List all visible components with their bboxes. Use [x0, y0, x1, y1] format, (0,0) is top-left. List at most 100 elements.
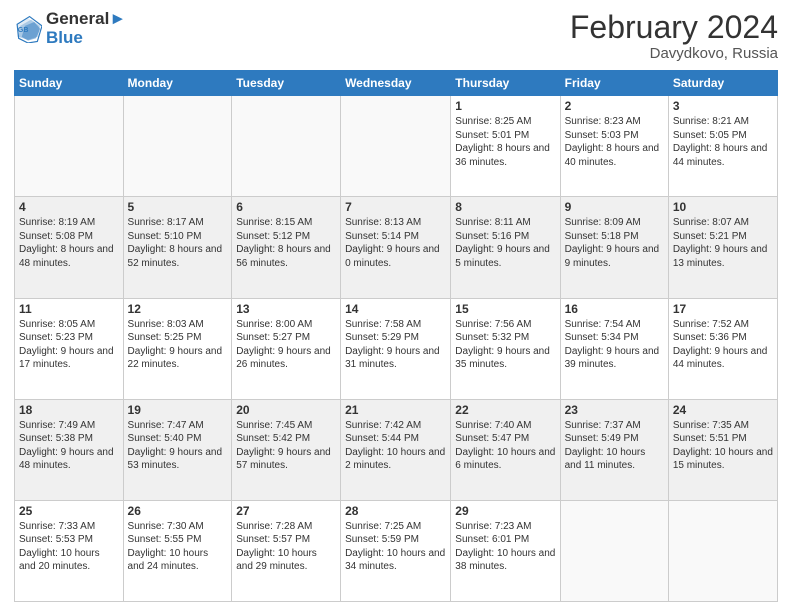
- calendar-cell: 13 Sunrise: 8:00 AM Sunset: 5:27 PM Dayli…: [232, 298, 341, 399]
- header-sunday: Sunday: [15, 71, 124, 96]
- cell-info: Sunrise: 8:13 AM Sunset: 5:14 PM Dayligh…: [345, 216, 446, 270]
- cell-info: Sunrise: 7:37 AM Sunset: 5:49 PM Dayligh…: [565, 419, 664, 473]
- calendar-cell: 25Sunrise: 7:33 AM Sunset: 5:53 PM Dayli…: [15, 500, 124, 601]
- cell-info: Sunrise: 7:28 AM Sunset: 5:57 PM Dayligh…: [236, 520, 336, 574]
- calendar-cell: 19Sunrise: 7:47 AM Sunset: 5:40 PM Dayli…: [123, 399, 232, 500]
- header-saturday: Saturday: [668, 71, 777, 96]
- cell-info: Sunrise: 7:25 AM Sunset: 5:59 PM Dayligh…: [345, 520, 446, 574]
- calendar-cell: 17 Sunrise: 7:52 AM Sunset: 5:36 PM Dayli…: [668, 298, 777, 399]
- header-thursday: Thursday: [451, 71, 560, 96]
- logo-text: General► Blue: [46, 10, 126, 47]
- cell-info: Sunrise: 7:58 AM Sunset: 5:29 PM Dayligh…: [345, 318, 446, 372]
- cell-info: Sunrise: 8:25 AM Sunset: 5:01 PM Dayligh…: [455, 115, 555, 169]
- calendar-cell: 23 Sunrise: 7:37 AM Sunset: 5:49 PM Dayli…: [560, 399, 668, 500]
- calendar-cell: 12 Sunrise: 8:03 AM Sunset: 5:25 PM Dayli…: [123, 298, 232, 399]
- cell-info: Sunrise: 8:19 AM Sunset: 5:08 PM Dayligh…: [19, 216, 119, 270]
- location: Davydkovo, Russia: [570, 45, 778, 62]
- cell-day-number: 26: [128, 504, 228, 518]
- cell-info: Sunrise: 8:03 AM Sunset: 5:25 PM Dayligh…: [128, 318, 228, 372]
- cell-info: Sunrise: 7:35 AM Sunset: 5:51 PM Dayligh…: [673, 419, 773, 473]
- calendar-week-5: 25Sunrise: 7:33 AM Sunset: 5:53 PM Dayli…: [15, 500, 778, 601]
- calendar-cell: 16 Sunrise: 7:54 AM Sunset: 5:34 PM Dayli…: [560, 298, 668, 399]
- calendar-cell: 10Sunrise: 8:07 AM Sunset: 5:21 PM Dayli…: [668, 197, 777, 298]
- cell-day-number: 2: [565, 99, 664, 113]
- calendar-cell: 24Sunrise: 7:35 AM Sunset: 5:51 PM Dayli…: [668, 399, 777, 500]
- calendar-cell: [232, 96, 341, 197]
- weekday-header-row: Sunday Monday Tuesday Wednesday Thursday…: [15, 71, 778, 96]
- cell-day-number: 23: [565, 403, 664, 417]
- calendar-cell: 15 Sunrise: 7:56 AM Sunset: 5:32 PM Dayli…: [451, 298, 560, 399]
- calendar-cell: 7 Sunrise: 8:13 AM Sunset: 5:14 PM Daylig…: [341, 197, 451, 298]
- cell-day-number: 17: [673, 302, 773, 316]
- cell-day-number: 3: [673, 99, 773, 113]
- calendar-cell: 6 Sunrise: 8:15 AM Sunset: 5:12 PM Daylig…: [232, 197, 341, 298]
- cell-day-number: 4: [19, 200, 119, 214]
- cell-day-number: 16: [565, 302, 664, 316]
- cell-info: Sunrise: 7:33 AM Sunset: 5:53 PM Dayligh…: [19, 520, 119, 574]
- calendar-week-3: 11Sunrise: 8:05 AM Sunset: 5:23 PM Dayli…: [15, 298, 778, 399]
- calendar-cell: 1 Sunrise: 8:25 AM Sunset: 5:01 PM Daylig…: [451, 96, 560, 197]
- calendar-cell: 29Sunrise: 7:23 AM Sunset: 6:01 PM Dayli…: [451, 500, 560, 601]
- cell-day-number: 1: [455, 99, 555, 113]
- cell-day-number: 12: [128, 302, 228, 316]
- calendar-cell: 26Sunrise: 7:30 AM Sunset: 5:55 PM Dayli…: [123, 500, 232, 601]
- calendar-week-1: 1 Sunrise: 8:25 AM Sunset: 5:01 PM Daylig…: [15, 96, 778, 197]
- cell-day-number: 28: [345, 504, 446, 518]
- calendar-cell: [560, 500, 668, 601]
- cell-day-number: 27: [236, 504, 336, 518]
- calendar-cell: [123, 96, 232, 197]
- page: GB General► Blue February 2024 Davydkovo…: [0, 0, 792, 612]
- cell-day-number: 10: [673, 200, 773, 214]
- logo-icon: GB: [14, 15, 42, 43]
- header-monday: Monday: [123, 71, 232, 96]
- cell-day-number: 13: [236, 302, 336, 316]
- cell-day-number: 15: [455, 302, 555, 316]
- cell-day-number: 7: [345, 200, 446, 214]
- calendar-cell: 5 Sunrise: 8:17 AM Sunset: 5:10 PM Daylig…: [123, 197, 232, 298]
- cell-day-number: 14: [345, 302, 446, 316]
- cell-day-number: 29: [455, 504, 555, 518]
- cell-day-number: 11: [19, 302, 119, 316]
- cell-day-number: 20: [236, 403, 336, 417]
- cell-info: Sunrise: 7:54 AM Sunset: 5:34 PM Dayligh…: [565, 318, 664, 372]
- calendar-cell: 3 Sunrise: 8:21 AM Sunset: 5:05 PM Daylig…: [668, 96, 777, 197]
- calendar-cell: 28 Sunrise: 7:25 AM Sunset: 5:59 PM Dayli…: [341, 500, 451, 601]
- cell-info: Sunrise: 7:49 AM Sunset: 5:38 PM Dayligh…: [19, 419, 119, 473]
- cell-info: Sunrise: 8:15 AM Sunset: 5:12 PM Dayligh…: [236, 216, 336, 270]
- calendar-week-2: 4 Sunrise: 8:19 AM Sunset: 5:08 PM Daylig…: [15, 197, 778, 298]
- calendar-cell: 14 Sunrise: 7:58 AM Sunset: 5:29 PM Dayli…: [341, 298, 451, 399]
- calendar-cell: 2 Sunrise: 8:23 AM Sunset: 5:03 PM Daylig…: [560, 96, 668, 197]
- cell-info: Sunrise: 7:45 AM Sunset: 5:42 PM Dayligh…: [236, 419, 336, 473]
- calendar-cell: 4 Sunrise: 8:19 AM Sunset: 5:08 PM Daylig…: [15, 197, 124, 298]
- cell-info: Sunrise: 8:21 AM Sunset: 5:05 PM Dayligh…: [673, 115, 773, 169]
- cell-info: Sunrise: 8:09 AM Sunset: 5:18 PM Dayligh…: [565, 216, 664, 270]
- calendar-table: Sunday Monday Tuesday Wednesday Thursday…: [14, 70, 778, 602]
- cell-day-number: 6: [236, 200, 336, 214]
- header-friday: Friday: [560, 71, 668, 96]
- cell-day-number: 9: [565, 200, 664, 214]
- cell-day-number: 5: [128, 200, 228, 214]
- header-tuesday: Tuesday: [232, 71, 341, 96]
- cell-info: Sunrise: 7:42 AM Sunset: 5:44 PM Dayligh…: [345, 419, 446, 473]
- logo: GB General► Blue: [14, 10, 126, 47]
- calendar-week-4: 18Sunrise: 7:49 AM Sunset: 5:38 PM Dayli…: [15, 399, 778, 500]
- cell-info: Sunrise: 7:56 AM Sunset: 5:32 PM Dayligh…: [455, 318, 555, 372]
- calendar-cell: [15, 96, 124, 197]
- cell-info: Sunrise: 8:00 AM Sunset: 5:27 PM Dayligh…: [236, 318, 336, 372]
- cell-info: Sunrise: 8:11 AM Sunset: 5:16 PM Dayligh…: [455, 216, 555, 270]
- cell-day-number: 22: [455, 403, 555, 417]
- calendar-cell: 27 Sunrise: 7:28 AM Sunset: 5:57 PM Dayli…: [232, 500, 341, 601]
- header: GB General► Blue February 2024 Davydkovo…: [14, 10, 778, 62]
- cell-info: Sunrise: 7:40 AM Sunset: 5:47 PM Dayligh…: [455, 419, 555, 473]
- cell-info: Sunrise: 7:52 AM Sunset: 5:36 PM Dayligh…: [673, 318, 773, 372]
- cell-info: Sunrise: 8:23 AM Sunset: 5:03 PM Dayligh…: [565, 115, 664, 169]
- header-wednesday: Wednesday: [341, 71, 451, 96]
- calendar-cell: [668, 500, 777, 601]
- calendar-cell: 8Sunrise: 8:11 AM Sunset: 5:16 PM Daylig…: [451, 197, 560, 298]
- cell-info: Sunrise: 8:17 AM Sunset: 5:10 PM Dayligh…: [128, 216, 228, 270]
- calendar-cell: 9 Sunrise: 8:09 AM Sunset: 5:18 PM Daylig…: [560, 197, 668, 298]
- calendar-cell: 18Sunrise: 7:49 AM Sunset: 5:38 PM Dayli…: [15, 399, 124, 500]
- calendar-cell: 11Sunrise: 8:05 AM Sunset: 5:23 PM Dayli…: [15, 298, 124, 399]
- cell-day-number: 19: [128, 403, 228, 417]
- calendar-cell: 22 Sunrise: 7:40 AM Sunset: 5:47 PM Dayli…: [451, 399, 560, 500]
